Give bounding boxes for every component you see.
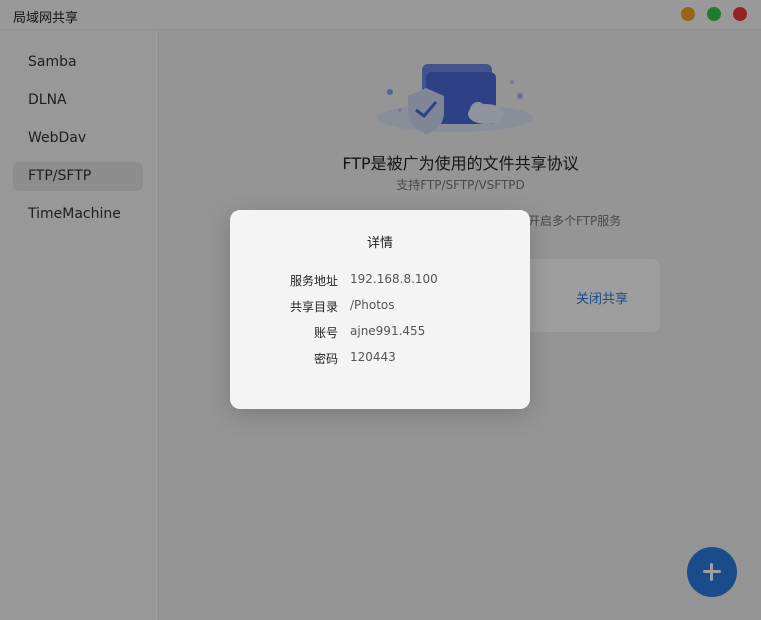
- detail-key: 密码: [313, 352, 338, 366]
- detail-row: 服务地址 192.168.8.100: [230, 272, 530, 290]
- app-window: 局域网共享 Samba DLNA WebDav FTP/SFTP TimeMac…: [0, 0, 761, 620]
- details-dialog: 详情 服务地址 192.168.8.100 共享目录 /Photos 账号 aj…: [230, 210, 530, 409]
- dialog-title: 详情: [366, 236, 393, 251]
- detail-value: ajne991.455: [350, 324, 426, 338]
- detail-row: 密码 120443: [230, 350, 530, 368]
- detail-value: 120443: [350, 350, 396, 364]
- detail-value: /Photos: [350, 298, 395, 312]
- detail-row: 账号 ajne991.455: [230, 324, 530, 342]
- detail-key: 服务地址: [289, 274, 338, 288]
- detail-key: 账号: [313, 326, 338, 340]
- detail-key: 共享目录: [289, 300, 338, 314]
- detail-value: 192.168.8.100: [350, 272, 438, 286]
- detail-row: 共享目录 /Photos: [230, 298, 530, 316]
